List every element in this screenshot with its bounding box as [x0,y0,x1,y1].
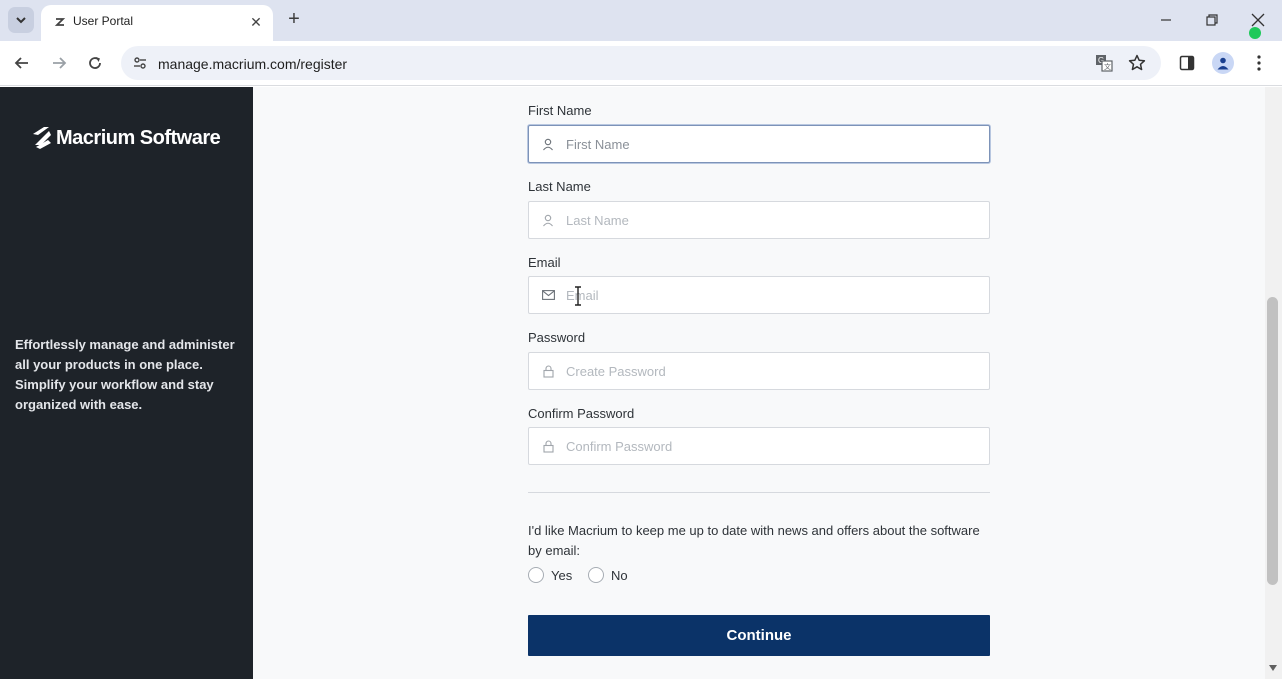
confirm-password-label: Confirm Password [528,406,635,421]
consent-no-option[interactable]: No [588,567,628,583]
browser-tab-active[interactable]: User Portal ✕ [41,5,273,41]
radio-yes[interactable] [528,567,544,583]
restore-icon [1206,14,1218,26]
side-panel-icon [1179,55,1195,71]
browser-tab-bar: User Portal ✕ + [0,0,1282,41]
chevron-down-icon [16,17,26,24]
translate-icon[interactable]: G文 [1094,53,1114,73]
avatar-icon [1212,52,1234,74]
new-tab-button[interactable]: + [284,9,304,29]
marketing-consent-text: I'd like Macrium to keep me up to date w… [528,523,980,558]
confirm-password-field[interactable] [528,427,990,465]
user-icon [541,136,555,152]
email-label: Email [528,255,561,270]
radio-no[interactable] [588,567,604,583]
reload-button[interactable] [83,51,107,75]
sidebar: Macrium Software Effortlessly manage and… [0,87,253,679]
password-field[interactable] [528,352,990,390]
minimize-button[interactable] [1154,8,1178,32]
back-button[interactable] [10,51,34,75]
mail-icon [541,287,555,303]
form-divider [528,492,990,493]
profile-button[interactable] [1211,51,1235,75]
status-indicator-dot [1249,27,1261,39]
lock-icon [541,438,555,454]
site-settings-icon[interactable] [129,52,151,74]
scrollbar-thumb[interactable] [1267,297,1278,585]
user-icon [541,212,555,228]
lock-icon [541,363,555,379]
forward-button[interactable] [47,51,71,75]
url-text: manage.macrium.com/register [158,56,348,72]
bookmark-star-icon[interactable] [1127,53,1147,73]
confirm-password-input[interactable] [566,429,976,463]
last-name-field[interactable] [528,201,990,239]
radio-no-label: No [611,567,628,583]
sidebar-tagline: Effortlessly manage and administer all y… [15,337,235,412]
arrow-right-icon [53,57,67,69]
tab-close-icon[interactable]: ✕ [247,13,265,31]
page-content: Macrium Software Effortlessly manage and… [0,87,1282,679]
consent-yes-option[interactable]: Yes [528,567,572,583]
scroll-down-arrow-icon[interactable] [1269,665,1277,671]
macrium-favicon-icon [53,15,67,29]
browser-toolbar: manage.macrium.com/register G文 [0,41,1282,86]
svg-text:文: 文 [1104,62,1111,71]
close-icon [1251,13,1265,27]
restore-button[interactable] [1200,8,1224,32]
browser-menu-button[interactable] [1247,51,1271,75]
radio-yes-label: Yes [551,567,573,583]
macrium-logo-icon [33,127,51,149]
page-scrollbar[interactable] [1265,87,1282,679]
tab-title: User Portal [73,14,134,28]
first-name-input[interactable] [566,127,976,161]
continue-button[interactable]: Continue [528,615,990,656]
password-label: Password [528,330,586,345]
brand-logo[interactable]: Macrium Software [30,124,221,152]
reload-icon [89,57,101,69]
address-bar[interactable]: manage.macrium.com/register G文 [121,46,1161,80]
password-input[interactable] [566,354,976,388]
side-panel-button[interactable] [1175,51,1199,75]
first-name-field[interactable] [528,125,990,163]
minimize-icon [1161,19,1171,21]
email-input[interactable] [566,278,976,312]
email-field[interactable] [528,276,990,314]
first-name-label: First Name [528,103,592,118]
more-vertical-icon [1257,55,1261,71]
last-name-input[interactable] [566,203,976,237]
tab-search-button[interactable] [8,7,34,33]
brand-name: Macrium Software [56,126,221,149]
last-name-label: Last Name [528,179,591,194]
arrow-left-icon [14,57,28,69]
